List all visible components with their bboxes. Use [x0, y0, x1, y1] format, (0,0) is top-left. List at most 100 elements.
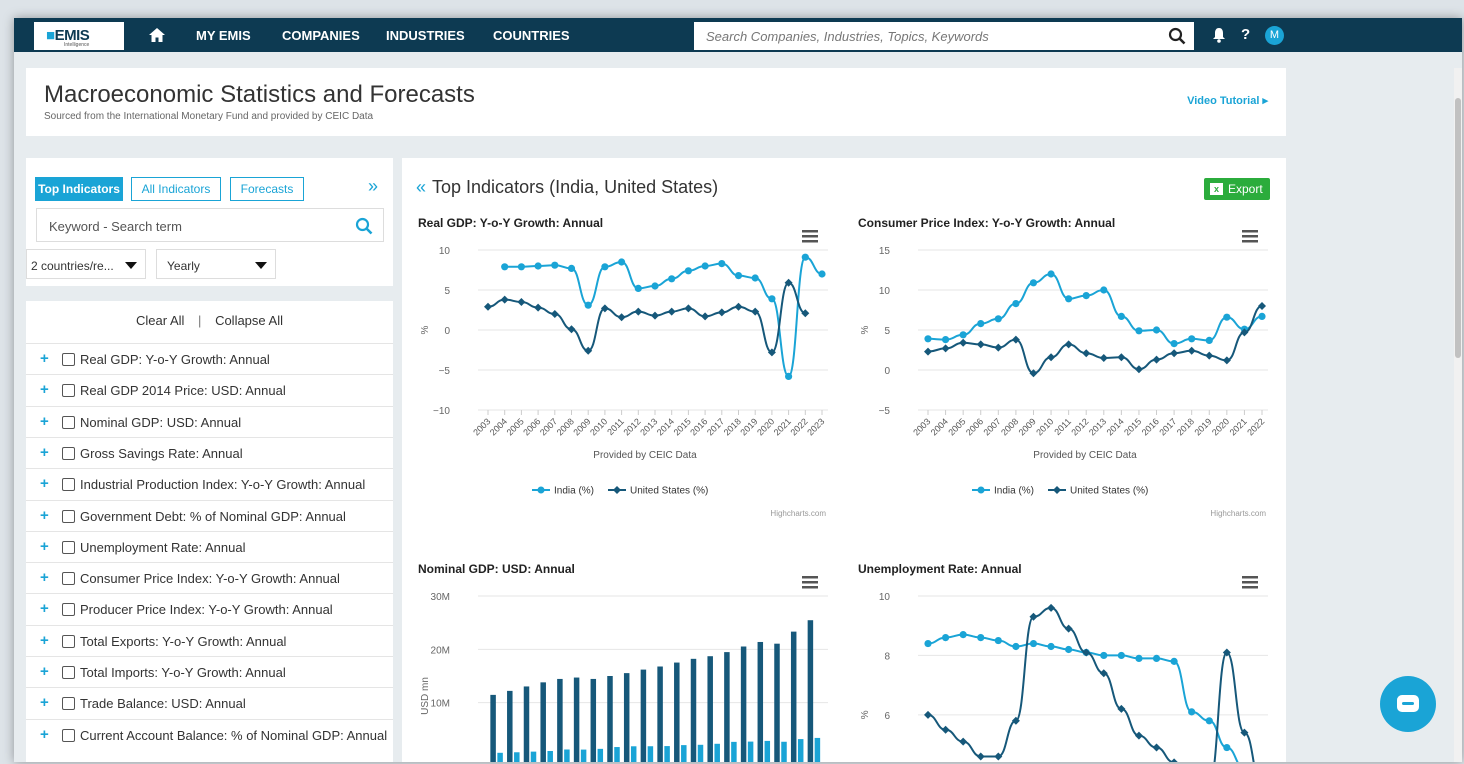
indicator-checkbox[interactable]	[62, 728, 75, 742]
expand-plus-icon[interactable]: +	[40, 350, 49, 367]
chart-menu-icon[interactable]	[1242, 230, 1258, 243]
india-series-line	[927, 272, 1263, 345]
india-bar	[781, 741, 787, 762]
expand-plus-icon[interactable]: +	[40, 694, 49, 711]
indicator-list-item[interactable]: + Consumer Price Index: Y-o-Y Growth: Ann…	[26, 562, 393, 593]
expand-plus-icon[interactable]: +	[40, 569, 49, 586]
chart-menu-icon[interactable]	[1242, 576, 1258, 589]
x-tick-label: 2004	[488, 416, 509, 437]
india-data-point	[668, 275, 676, 283]
india-data-point	[751, 274, 759, 282]
global-search-input[interactable]: Search Companies, Industries, Topics, Ke…	[694, 22, 1194, 50]
tab-forecasts[interactable]: Forecasts	[230, 177, 304, 201]
us-data-point	[1047, 603, 1056, 612]
nav-industries[interactable]: INDUSTRIES	[386, 28, 465, 43]
indicator-list-panel: Clear All | Collapse All + Real GDP: Y-o-…	[26, 301, 393, 762]
nav-my-emis[interactable]: MY EMIS	[196, 28, 251, 43]
video-tutorial-link[interactable]: Video Tutorial ▸	[1187, 94, 1268, 107]
expand-plus-icon[interactable]: +	[40, 538, 49, 555]
indicator-checkbox[interactable]	[62, 603, 75, 617]
indicator-label: Current Account Balance: % of Nominal GD…	[80, 727, 388, 743]
expand-chevron-icon[interactable]: »	[368, 176, 378, 197]
user-avatar[interactable]: M	[1265, 26, 1284, 45]
chart-menu-icon[interactable]	[802, 576, 818, 589]
indicator-list-item[interactable]: + Total Imports: Y-o-Y Growth: Annual	[26, 656, 393, 687]
india-data-point	[618, 258, 626, 266]
expand-plus-icon[interactable]: +	[40, 475, 49, 492]
export-button[interactable]: x Export	[1204, 178, 1270, 200]
indicator-checkbox[interactable]	[62, 697, 75, 711]
india-data-point	[785, 372, 793, 380]
emis-logo[interactable]: ■EMIS Intelligence	[34, 22, 124, 50]
y-tick-label: 6	[884, 711, 890, 722]
menu-bar	[1242, 230, 1258, 233]
indicator-label: Total Exports: Y-o-Y Growth: Annual	[80, 633, 287, 649]
expand-plus-icon[interactable]: +	[40, 507, 49, 524]
india-bar	[597, 748, 604, 762]
expand-plus-icon[interactable]: +	[40, 444, 49, 461]
indicator-checkbox[interactable]	[62, 478, 75, 492]
indicator-list-item[interactable]: + Current Account Balance: % of Nominal G…	[26, 718, 393, 750]
expand-plus-icon[interactable]: +	[40, 600, 49, 617]
indicator-list-item[interactable]: + Real GDP: Y-o-Y Growth: Annual	[26, 343, 393, 374]
page-scrollbar[interactable]	[1454, 68, 1462, 762]
indicator-checkbox[interactable]	[62, 509, 75, 523]
indicator-list-item[interactable]: + Trade Balance: USD: Annual	[26, 687, 393, 718]
search-icon[interactable]	[1168, 27, 1186, 45]
x-tick-label: 2015	[672, 416, 693, 437]
collapse-chevron-icon[interactable]: «	[416, 177, 426, 197]
indicator-list-item[interactable]: + Total Exports: Y-o-Y Growth: Annual	[26, 624, 393, 656]
indicator-list-item[interactable]: + Producer Price Index: Y-o-Y Growth: Ann…	[26, 593, 393, 624]
indicator-checkbox[interactable]	[62, 446, 75, 460]
chat-widget-button[interactable]	[1380, 676, 1436, 732]
expand-plus-icon[interactable]: +	[40, 632, 49, 649]
chart-menu-icon[interactable]	[802, 230, 818, 243]
indicator-list-item[interactable]: + Gross Savings Rate: Annual	[26, 436, 393, 468]
india-data-point	[1117, 651, 1125, 660]
expand-plus-icon[interactable]: +	[40, 663, 49, 680]
expand-plus-icon[interactable]: +	[40, 381, 49, 398]
expand-plus-icon[interactable]: +	[40, 413, 49, 430]
tab-top-indicators[interactable]: Top Indicators	[35, 177, 123, 201]
india-data-point	[1205, 717, 1213, 725]
page-subtitle: Sourced from the International Monetary …	[44, 111, 374, 122]
collapse-all-link[interactable]: Collapse All	[215, 313, 283, 328]
india-data-point	[1029, 639, 1038, 648]
us-data-point	[634, 307, 643, 316]
y-tick-label: 10	[879, 286, 891, 297]
indicator-list-item[interactable]: + Government Debt: % of Nominal GDP: Annu…	[26, 499, 393, 531]
notification-bell-icon[interactable]	[1212, 27, 1226, 43]
frequency-select[interactable]: Yearly	[156, 249, 276, 279]
indicator-checkbox[interactable]	[62, 634, 75, 648]
us-bar	[607, 676, 613, 762]
nav-companies[interactable]: COMPANIES	[282, 28, 360, 43]
indicator-list-item[interactable]: + Real GDP 2014 Price: USD: Annual	[26, 374, 393, 405]
indicator-checkbox[interactable]	[62, 666, 75, 679]
menu-bar	[802, 576, 818, 579]
keyword-search-icon[interactable]	[355, 217, 373, 235]
indicator-checkbox[interactable]	[62, 384, 75, 398]
tab-all-indicators[interactable]: All Indicators	[131, 177, 221, 201]
indicator-checkbox[interactable]	[62, 415, 75, 429]
indicator-checkbox[interactable]	[62, 353, 75, 366]
indicator-label: Trade Balance: USD: Annual	[80, 696, 246, 712]
indicator-checkbox[interactable]	[62, 572, 75, 586]
highcharts-credit: Highcharts.com	[770, 509, 826, 518]
expand-plus-icon[interactable]: +	[40, 726, 49, 743]
indicator-list-item[interactable]: + Nominal GDP: USD: Annual	[26, 405, 393, 437]
us-data-point	[1047, 353, 1056, 362]
countries-select[interactable]: 2 countries/re...	[26, 249, 146, 279]
clear-all-link[interactable]: Clear All	[136, 313, 184, 328]
help-icon[interactable]: ?	[1241, 26, 1250, 43]
keyword-search-input[interactable]: Keyword - Search term	[36, 208, 384, 242]
scrollbar-thumb[interactable]	[1455, 98, 1461, 358]
nav-countries[interactable]: COUNTRIES	[493, 28, 570, 43]
india-bar	[764, 740, 771, 762]
us-data-point	[1117, 353, 1126, 362]
indicator-checkbox[interactable]	[62, 540, 75, 554]
home-icon[interactable]	[148, 26, 166, 44]
us-data-point	[1064, 340, 1073, 349]
indicator-list-item[interactable]: + Unemployment Rate: Annual	[26, 530, 393, 562]
us-data-point	[651, 311, 659, 320]
indicator-list-item[interactable]: + Industrial Production Index: Y-o-Y Grow…	[26, 468, 393, 499]
